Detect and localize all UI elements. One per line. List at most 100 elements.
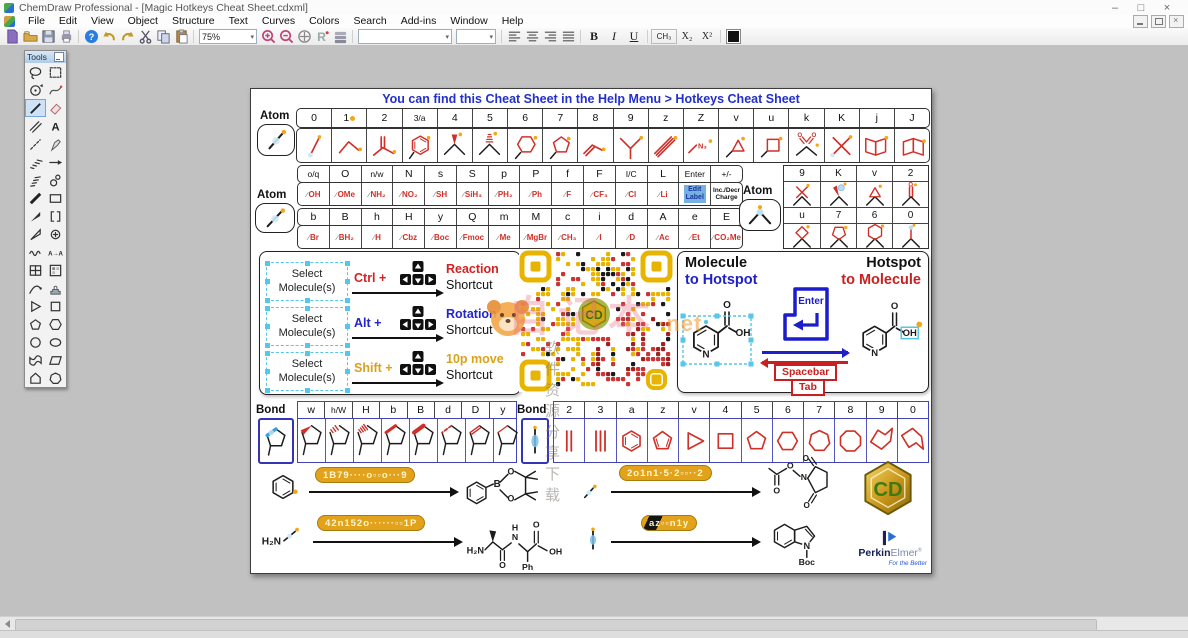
doc-minimize-button[interactable]: [1133, 15, 1148, 28]
menu-item-view[interactable]: View: [84, 15, 121, 28]
help-button[interactable]: ?: [82, 29, 100, 44]
palette-minimize-icon[interactable]: [54, 52, 64, 62]
bold-button[interactable]: B: [584, 29, 604, 44]
italic-button[interactable]: I: [604, 29, 624, 44]
orbital-tool[interactable]: [46, 171, 67, 189]
oval-shape-tool[interactable]: [46, 333, 67, 351]
hashed-bond-tool[interactable]: [25, 171, 46, 189]
doc-restore-button[interactable]: [1151, 15, 1166, 28]
parallelogram-shape-tool[interactable]: [46, 351, 67, 369]
multiple-bond-tool[interactable]: [25, 117, 46, 135]
menu-item-addins[interactable]: Add-ins: [394, 15, 444, 28]
atom2a-value-F: ∕F: [551, 183, 583, 205]
charge-tool[interactable]: [46, 225, 67, 243]
cut-button[interactable]: [136, 29, 154, 44]
menu-item-structure[interactable]: Structure: [165, 15, 222, 28]
atom3-structure-K: [820, 181, 856, 207]
house-shape-tool[interactable]: [25, 369, 46, 387]
hashed-wedge-tool[interactable]: [25, 153, 46, 171]
wavy-bond-tool[interactable]: [25, 243, 46, 261]
pen-nib-tool[interactable]: [46, 135, 67, 153]
align-center-button[interactable]: [523, 29, 541, 44]
doc-close-button[interactable]: [1169, 15, 1184, 28]
close-button[interactable]: ×: [1154, 2, 1180, 14]
text-tool[interactable]: A: [46, 117, 67, 135]
modifier-key-label: Ctrl +: [354, 271, 386, 285]
menu-item-object[interactable]: Object: [121, 15, 165, 28]
hollow-wedge-tool[interactable]: [25, 225, 46, 243]
pen-curve-tool[interactable]: [46, 81, 67, 99]
paste-button[interactable]: [172, 29, 190, 44]
table-tool[interactable]: [25, 261, 46, 279]
menu-item-text[interactable]: Text: [222, 15, 255, 28]
atom2b-key-H: H: [392, 209, 424, 225]
solid-bond-tool[interactable]: [25, 99, 46, 117]
wave-shape-tool[interactable]: [25, 351, 46, 369]
pentagon-shape-tool[interactable]: [25, 315, 46, 333]
new-document-button[interactable]: [3, 29, 21, 44]
color-swatch[interactable]: [727, 30, 740, 43]
atom-map-tool[interactable]: A→A: [46, 243, 67, 261]
menu-item-help[interactable]: Help: [495, 15, 531, 28]
atom2b-value-D: ∕D: [615, 226, 647, 248]
stack-button[interactable]: [331, 29, 349, 44]
save-button[interactable]: [39, 29, 57, 44]
maximize-button[interactable]: □: [1128, 2, 1154, 14]
underline-button[interactable]: U: [624, 29, 644, 44]
zoom-in-button[interactable]: [259, 29, 277, 44]
eraser-tool[interactable]: [46, 99, 67, 117]
circle-shape-tool[interactable]: [25, 333, 46, 351]
copy-button[interactable]: [154, 29, 172, 44]
menu-item-curves[interactable]: Curves: [255, 15, 302, 28]
svg-text:N₃: N₃: [698, 141, 707, 150]
redo-button[interactable]: [118, 29, 136, 44]
bracket-tool[interactable]: [46, 207, 67, 225]
pan-button[interactable]: [295, 29, 313, 44]
template-tool[interactable]: [46, 261, 67, 279]
undo-button[interactable]: [100, 29, 118, 44]
r-logo-button[interactable]: R: [313, 29, 331, 44]
menu-item-search[interactable]: Search: [346, 15, 393, 28]
formula-button[interactable]: CH₃: [651, 29, 677, 44]
minimize-button[interactable]: –: [1102, 2, 1128, 14]
polygon-shape-tool[interactable]: [46, 369, 67, 387]
menu-item-colors[interactable]: Colors: [302, 15, 346, 28]
tools-palette-titlebar[interactable]: Tools: [25, 51, 66, 63]
wedge-bond-tool[interactable]: [25, 207, 46, 225]
scroll-left-arrow[interactable]: [0, 617, 14, 631]
lasso-tool[interactable]: [25, 63, 46, 81]
atom1-key-1: 1: [331, 109, 366, 127]
bond1-key-D: D: [461, 402, 488, 418]
stamp-tool[interactable]: [46, 279, 67, 297]
rectangle-tool[interactable]: [46, 189, 67, 207]
font-size-select[interactable]: ▾: [456, 29, 496, 44]
drawing-canvas[interactable]: Tools AA→A You can find this Cheat Sheet…: [0, 45, 1188, 616]
zoom-level-select[interactable]: 75%▾: [199, 29, 257, 44]
bold-bond-tool[interactable]: [25, 189, 46, 207]
align-justify-button[interactable]: [559, 29, 577, 44]
print-button[interactable]: [57, 29, 75, 44]
horizontal-scrollbar[interactable]: [0, 616, 1188, 631]
subscript-button[interactable]: X₂: [677, 31, 697, 42]
align-left-button[interactable]: [505, 29, 523, 44]
dashed-bond-tool[interactable]: [25, 135, 46, 153]
orbit-tool[interactable]: [25, 81, 46, 99]
arrow-keys-icon: [400, 351, 436, 376]
triangle-shape-tool[interactable]: [25, 297, 46, 315]
menu-item-edit[interactable]: Edit: [52, 15, 84, 28]
arrow-tool[interactable]: [46, 153, 67, 171]
superscript-button[interactable]: X²: [697, 31, 717, 42]
atom3-key-7: 7: [820, 207, 856, 223]
align-right-button[interactable]: [541, 29, 559, 44]
marquee-tool[interactable]: [46, 63, 67, 81]
spline-tool[interactable]: [25, 279, 46, 297]
font-family-select[interactable]: ▾: [358, 29, 452, 44]
bond1-key-y: y: [489, 402, 516, 418]
hexagon-shape-tool[interactable]: [46, 315, 67, 333]
menu-item-window[interactable]: Window: [443, 15, 494, 28]
toolbar-separator: [78, 30, 79, 43]
zoom-out-button[interactable]: [277, 29, 295, 44]
square-shape-tool[interactable]: [46, 297, 67, 315]
menu-item-file[interactable]: File: [21, 15, 52, 28]
open-button[interactable]: [21, 29, 39, 44]
